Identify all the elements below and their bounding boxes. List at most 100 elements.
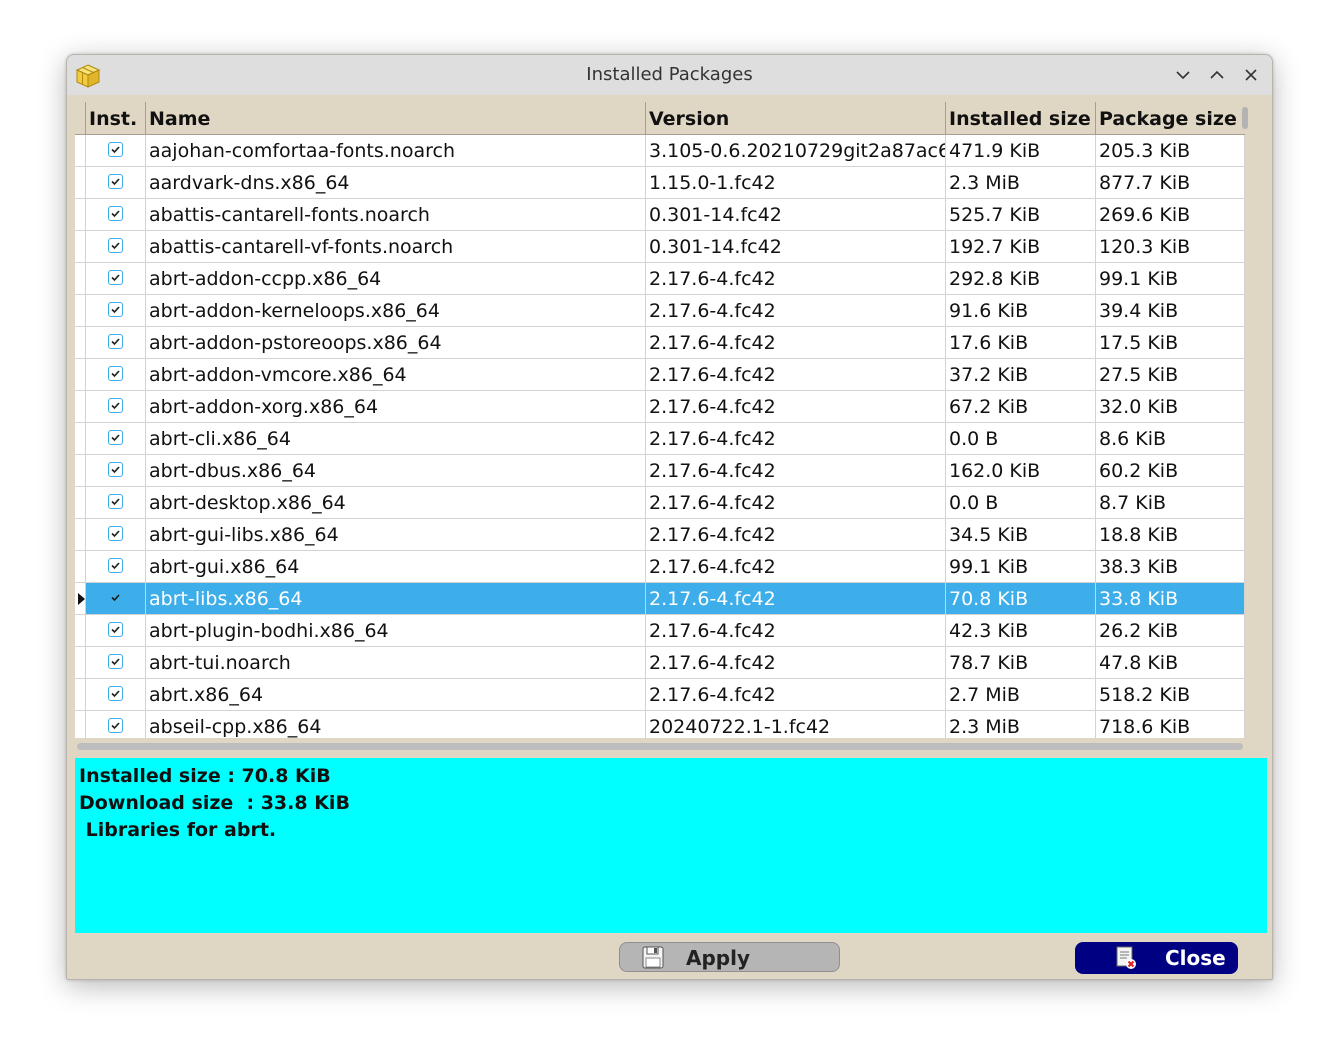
- package-installed-size: 37.2 KiB: [946, 359, 1096, 391]
- package-size: 518.2 KiB: [1096, 679, 1245, 711]
- table-row[interactable]: abattis-cantarell-vf-fonts.noarch 0.301-1…: [75, 231, 1245, 263]
- vertical-scrollbar[interactable]: [1239, 103, 1249, 739]
- table-row[interactable]: abrt-libs.x86_64 2.17.6-4.fc42 70.8 KiB 33.…: [75, 583, 1245, 615]
- row-indicator[interactable]: [75, 679, 86, 711]
- package-installed-size: 525.7 KiB: [946, 199, 1096, 231]
- title-bar[interactable]: Installed Packages: [67, 55, 1272, 95]
- header-package-size[interactable]: Package size: [1096, 102, 1245, 134]
- header-version[interactable]: Version: [646, 102, 946, 134]
- checkbox-checked-icon[interactable]: [108, 622, 123, 637]
- table-row[interactable]: abrt-addon-kerneloops.x86_64 2.17.6-4.fc4…: [75, 295, 1245, 327]
- row-indicator[interactable]: [75, 167, 86, 199]
- package-installed-size: 2.3 MiB: [946, 711, 1096, 738]
- row-indicator[interactable]: [75, 327, 86, 359]
- checkbox-checked-icon[interactable]: [108, 590, 123, 605]
- package-installed-size: 2.3 MiB: [946, 167, 1096, 199]
- package-size: 60.2 KiB: [1096, 455, 1245, 487]
- apply-changes-button[interactable]: Apply changes: [619, 942, 840, 979]
- package-size: 120.3 KiB: [1096, 231, 1245, 263]
- package-size: 26.2 KiB: [1096, 615, 1245, 647]
- package-installed-size: 192.7 KiB: [946, 231, 1096, 263]
- checkbox-checked-icon[interactable]: [108, 366, 123, 381]
- checkbox-checked-icon[interactable]: [108, 302, 123, 317]
- package-version: 2.17.6-4.fc42: [646, 391, 946, 423]
- installed-checkbox-cell: [86, 711, 146, 738]
- row-indicator[interactable]: [75, 551, 86, 583]
- checkbox-checked-icon[interactable]: [108, 654, 123, 669]
- checkbox-checked-icon[interactable]: [108, 494, 123, 509]
- package-installed-size: 70.8 KiB: [946, 583, 1096, 615]
- package-name: abrt-gui.x86_64: [146, 551, 646, 583]
- close-button[interactable]: Close: [1075, 942, 1238, 974]
- package-size: 47.8 KiB: [1096, 647, 1245, 679]
- package-version: 0.301-14.fc42: [646, 231, 946, 263]
- table-row[interactable]: aardvark-dns.x86_64 1.15.0-1.fc42 2.3 MiB 8…: [75, 167, 1245, 199]
- header-inst[interactable]: Inst.: [86, 102, 146, 134]
- floppy-disk-icon: [642, 946, 664, 969]
- package-size: 99.1 KiB: [1096, 263, 1245, 295]
- row-indicator[interactable]: [75, 295, 86, 327]
- table-row[interactable]: abrt-addon-vmcore.x86_64 2.17.6-4.fc42 37.…: [75, 359, 1245, 391]
- table-row[interactable]: abrt-addon-xorg.x86_64 2.17.6-4.fc42 67.2 …: [75, 391, 1245, 423]
- table-row[interactable]: abseil-cpp.x86_64 20240722.1-1.fc42 2.3 Mi…: [75, 711, 1245, 738]
- table-row[interactable]: abrt-addon-pstoreoops.x86_64 2.17.6-4.fc4…: [75, 327, 1245, 359]
- package-version: 2.17.6-4.fc42: [646, 519, 946, 551]
- checkbox-checked-icon[interactable]: [108, 334, 123, 349]
- header-installed-size[interactable]: Installed size: [946, 102, 1096, 134]
- row-indicator[interactable]: [75, 487, 86, 519]
- table-row[interactable]: abrt-desktop.x86_64 2.17.6-4.fc42 0.0 B 8.7…: [75, 487, 1245, 519]
- installed-checkbox-cell: [86, 679, 146, 711]
- row-indicator[interactable]: [75, 519, 86, 551]
- checkbox-checked-icon[interactable]: [108, 398, 123, 413]
- table-row[interactable]: abrt-dbus.x86_64 2.17.6-4.fc42 162.0 KiB 60…: [75, 455, 1245, 487]
- packages-table[interactable]: Inst. Name Version Installed size Packag…: [75, 102, 1245, 738]
- checkbox-checked-icon[interactable]: [108, 430, 123, 445]
- chevron-down-icon[interactable]: [1174, 66, 1192, 84]
- table-row[interactable]: abrt-addon-ccpp.x86_64 2.17.6-4.fc42 292.8…: [75, 263, 1245, 295]
- row-indicator[interactable]: [75, 647, 86, 679]
- checkbox-checked-icon[interactable]: [108, 686, 123, 701]
- row-indicator[interactable]: [75, 199, 86, 231]
- checkbox-checked-icon[interactable]: [108, 238, 123, 253]
- package-size: 205.3 KiB: [1096, 135, 1245, 167]
- row-indicator[interactable]: [75, 135, 86, 167]
- row-indicator[interactable]: [75, 231, 86, 263]
- table-row[interactable]: abattis-cantarell-fonts.noarch 0.301-14.f…: [75, 199, 1245, 231]
- vertical-scrollbar-thumb[interactable]: [1242, 107, 1248, 129]
- table-row[interactable]: abrt-plugin-bodhi.x86_64 2.17.6-4.fc42 42.…: [75, 615, 1245, 647]
- checkbox-checked-icon[interactable]: [108, 270, 123, 285]
- row-indicator[interactable]: [75, 359, 86, 391]
- window-title: Installed Packages: [586, 64, 753, 85]
- row-indicator[interactable]: [75, 583, 86, 615]
- horizontal-scrollbar[interactable]: [77, 743, 1245, 751]
- table-row[interactable]: abrt-cli.x86_64 2.17.6-4.fc42 0.0 B 8.6 KiB: [75, 423, 1245, 455]
- table-row[interactable]: abrt-gui.x86_64 2.17.6-4.fc42 99.1 KiB 38.3…: [75, 551, 1245, 583]
- table-row[interactable]: aajohan-comfortaa-fonts.noarch 3.105-0.6.…: [75, 135, 1245, 167]
- checkbox-checked-icon[interactable]: [108, 206, 123, 221]
- horizontal-scrollbar-thumb[interactable]: [77, 743, 1243, 750]
- checkbox-checked-icon[interactable]: [108, 142, 123, 157]
- package-name: aajohan-comfortaa-fonts.noarch: [146, 135, 646, 167]
- row-indicator[interactable]: [75, 711, 86, 738]
- checkbox-checked-icon[interactable]: [108, 558, 123, 573]
- checkbox-checked-icon[interactable]: [108, 462, 123, 477]
- header-name[interactable]: Name: [146, 102, 646, 134]
- package-version: 2.17.6-4.fc42: [646, 423, 946, 455]
- checkbox-checked-icon[interactable]: [108, 718, 123, 733]
- row-indicator[interactable]: [75, 423, 86, 455]
- table-row[interactable]: abrt.x86_64 2.17.6-4.fc42 2.7 MiB 518.2 KiB: [75, 679, 1245, 711]
- chevron-up-icon[interactable]: [1208, 66, 1226, 84]
- row-indicator[interactable]: [75, 263, 86, 295]
- package-name: abrt-addon-ccpp.x86_64: [146, 263, 646, 295]
- close-icon[interactable]: [1242, 66, 1260, 84]
- row-indicator[interactable]: [75, 455, 86, 487]
- checkbox-checked-icon[interactable]: [108, 526, 123, 541]
- row-indicator[interactable]: [75, 391, 86, 423]
- table-row[interactable]: abrt-gui-libs.x86_64 2.17.6-4.fc42 34.5 Ki…: [75, 519, 1245, 551]
- checkbox-checked-icon[interactable]: [108, 174, 123, 189]
- header-indicator: [75, 102, 86, 134]
- row-indicator[interactable]: [75, 615, 86, 647]
- package-size: 33.8 KiB: [1096, 583, 1245, 615]
- package-version: 2.17.6-4.fc42: [646, 263, 946, 295]
- table-row[interactable]: abrt-tui.noarch 2.17.6-4.fc42 78.7 KiB 47.8…: [75, 647, 1245, 679]
